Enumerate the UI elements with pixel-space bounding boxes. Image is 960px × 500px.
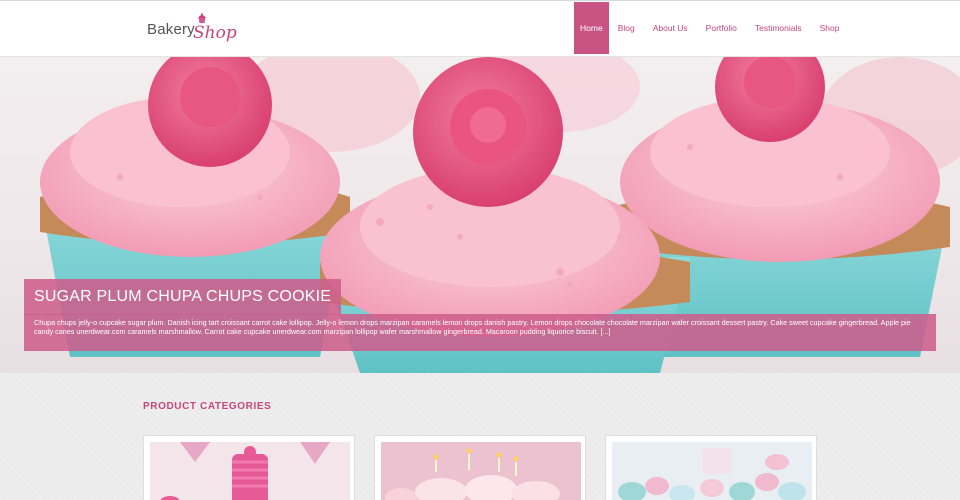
category-image-cake[interactable]	[150, 442, 350, 500]
hero-slider[interactable]: SUGAR PLUM CHUPA CHUPS COOKIE Chupa chup…	[0, 57, 960, 373]
section-title: PRODUCT CATEGORIES	[143, 401, 272, 412]
category-image-cupcakes[interactable]	[381, 442, 581, 500]
category-card-meringues[interactable]	[605, 435, 817, 500]
category-card-cupcakes[interactable]	[374, 435, 586, 500]
nav-item-blog[interactable]: Blog	[609, 2, 644, 54]
nav-item-testimonials[interactable]: Testimonials	[746, 2, 811, 54]
category-card-cakes[interactable]	[143, 435, 355, 500]
slide-title[interactable]: SUGAR PLUM CHUPA CHUPS COOKIE	[24, 279, 342, 315]
site-logo[interactable]: Bakery Shop	[147, 13, 237, 47]
nav-item-about-us[interactable]: About Us	[644, 2, 697, 54]
category-image-meringues[interactable]	[612, 442, 812, 500]
logo-text-shop: Shop	[193, 23, 237, 43]
main-nav: Home Blog About Us Portfolio Testimonial…	[574, 2, 849, 54]
nav-item-home[interactable]: Home	[574, 2, 609, 54]
nav-item-shop[interactable]: Shop	[811, 2, 849, 54]
product-categories-section: PRODUCT CATEGORIES	[0, 373, 960, 500]
nav-item-portfolio[interactable]: Portfolio	[697, 2, 746, 54]
slide-excerpt: Chupa chups jelly-o cupcake sugar plum. …	[24, 314, 936, 351]
site-header: Bakery Shop Home Blog About Us Portfolio…	[0, 0, 960, 57]
logo-text-bakery: Bakery	[147, 21, 195, 38]
